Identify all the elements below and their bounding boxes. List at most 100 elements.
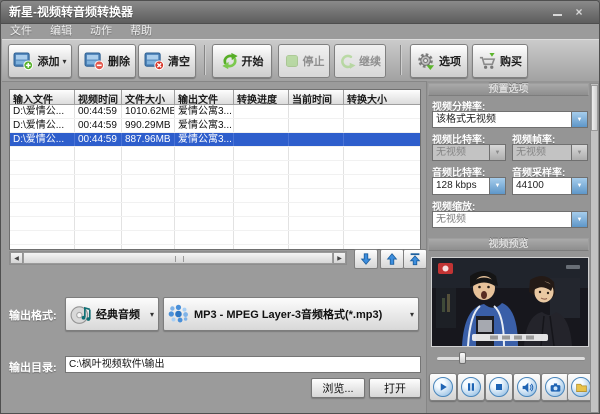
move-down-button[interactable] bbox=[354, 249, 378, 269]
add-dropdown-arrow-icon: ▾ bbox=[62, 57, 66, 66]
file-table: 输入文件 视频时间 文件大小 输出文件 转换进度 当前时间 转换大小 D:\爱情… bbox=[9, 89, 421, 250]
menu-file[interactable]: 文件 bbox=[1, 23, 41, 39]
col-converted-size[interactable]: 转换大小 bbox=[344, 90, 421, 105]
start-button[interactable]: 开始 bbox=[212, 44, 272, 78]
col-output-file[interactable]: 输出文件 bbox=[175, 90, 234, 105]
minimize-button[interactable] bbox=[549, 5, 565, 18]
format-category-value: 经典音频 bbox=[96, 306, 140, 322]
col-progress[interactable]: 转换进度 bbox=[234, 90, 289, 105]
col-file-size[interactable]: 文件大小 bbox=[122, 90, 175, 105]
open-button[interactable]: 打开 bbox=[369, 378, 421, 398]
scrollbar-thumb[interactable] bbox=[23, 252, 333, 264]
clear-button[interactable]: 清空 bbox=[138, 44, 196, 78]
start-refresh-icon bbox=[221, 52, 239, 70]
thumb-grip bbox=[175, 256, 184, 262]
browse-button[interactable]: 浏览... bbox=[311, 378, 365, 398]
scroll-right-icon[interactable]: ▶ bbox=[333, 252, 346, 264]
buy-button[interactable]: 购买 bbox=[472, 44, 528, 78]
cell: 00:44:59 bbox=[75, 105, 122, 118]
cart-icon bbox=[478, 52, 497, 71]
video-bitrate-dropdown[interactable]: 无视频 ▼ bbox=[432, 144, 506, 161]
cell: 00:44:59 bbox=[75, 133, 122, 146]
col-input-file[interactable]: 输入文件 bbox=[10, 90, 75, 105]
remove-button[interactable]: 删除 bbox=[78, 44, 136, 78]
resolution-dropdown[interactable]: 该格式无视频 ▼ bbox=[432, 111, 588, 128]
chevron-down-icon[interactable]: ▼ bbox=[489, 178, 505, 194]
cell: 爱情公寓3... bbox=[175, 105, 234, 118]
table-row-empty bbox=[10, 189, 420, 203]
table-row-empty bbox=[10, 147, 420, 161]
speaker-icon bbox=[517, 377, 537, 397]
table-horizontal-scrollbar[interactable]: ◀ ▶ bbox=[9, 251, 347, 265]
mp3-dots-icon bbox=[168, 304, 190, 324]
menu-edit[interactable]: 编辑 bbox=[41, 23, 81, 39]
chevron-down-icon[interactable]: ▼ bbox=[571, 178, 587, 194]
format-dropdown[interactable]: MP3 - MPEG Layer-3音频格式(*.mp3) ▾ bbox=[163, 297, 419, 331]
start-button-label: 开始 bbox=[242, 53, 264, 69]
add-button-label: 添加 bbox=[37, 53, 59, 69]
framerate-dropdown[interactable]: 无视频 ▼ bbox=[512, 144, 588, 161]
pause-icon bbox=[461, 377, 481, 397]
table-row-empty bbox=[10, 161, 420, 175]
play-button[interactable] bbox=[429, 373, 457, 401]
stop-button[interactable]: 停止 bbox=[278, 44, 330, 78]
output-dir-input[interactable]: C:\枫叶视频软件\输出 bbox=[65, 356, 421, 373]
col-video-time[interactable]: 视频时间 bbox=[75, 90, 122, 105]
col-current-time[interactable]: 当前时间 bbox=[289, 90, 344, 105]
chevron-down-icon[interactable]: ▼ bbox=[489, 145, 505, 160]
samplerate-value: 44100 bbox=[513, 178, 571, 194]
cell: D:\爱情公... bbox=[10, 133, 75, 146]
film-add-icon bbox=[13, 52, 34, 71]
stop-icon bbox=[284, 53, 300, 69]
cd-music-icon bbox=[70, 303, 92, 325]
remove-button-label: 删除 bbox=[108, 53, 130, 69]
cell bbox=[344, 133, 421, 146]
chevron-down-icon[interactable]: ▼ bbox=[571, 145, 587, 160]
cell: D:\爱情公... bbox=[10, 119, 75, 132]
play-icon bbox=[433, 377, 453, 397]
cell bbox=[234, 105, 289, 118]
title-bar: 新星-视频转音频转换器 × bbox=[1, 1, 599, 24]
options-button[interactable]: 选项 bbox=[410, 44, 468, 78]
menu-help[interactable]: 帮助 bbox=[121, 23, 161, 39]
audio-bitrate-dropdown[interactable]: 128 kbps ▼ bbox=[432, 177, 506, 195]
volume-button[interactable] bbox=[513, 373, 541, 401]
video-preview bbox=[431, 257, 589, 347]
chevron-down-icon[interactable]: ▼ bbox=[571, 212, 587, 227]
film-remove-icon bbox=[84, 52, 105, 71]
cell bbox=[289, 119, 344, 132]
window-title: 新星-视频转音频转换器 bbox=[9, 1, 133, 23]
chevron-down-icon: ▾ bbox=[410, 310, 414, 319]
add-button[interactable]: 添加 ▾ bbox=[8, 44, 72, 78]
audio-bitrate-value: 128 kbps bbox=[433, 178, 489, 194]
cell bbox=[289, 105, 344, 118]
move-top-button[interactable] bbox=[403, 249, 427, 269]
move-up-button[interactable] bbox=[380, 249, 404, 269]
preset-header: 预置选项 bbox=[428, 83, 589, 96]
format-category-dropdown[interactable]: 经典音频 ▾ bbox=[65, 297, 159, 331]
panel-vertical-scrollbar[interactable] bbox=[590, 83, 599, 413]
stop-playback-button[interactable] bbox=[485, 373, 513, 401]
scale-dropdown[interactable]: 无视频 ▼ bbox=[432, 211, 588, 228]
table-row-selected[interactable]: D:\爱情公... 00:44:59 887.96MB 爱情公寓3... bbox=[10, 133, 420, 147]
samplerate-dropdown[interactable]: 44100 ▼ bbox=[512, 177, 588, 195]
cell: 爱情公寓3... bbox=[175, 133, 234, 146]
close-button[interactable]: × bbox=[571, 5, 587, 18]
pause-button[interactable] bbox=[457, 373, 485, 401]
menu-action[interactable]: 动作 bbox=[81, 23, 121, 39]
resume-button[interactable]: 继续 bbox=[334, 44, 386, 78]
table-row-empty bbox=[10, 203, 420, 217]
cell: 887.96MB bbox=[122, 133, 175, 146]
format-value: MP3 - MPEG Layer-3音频格式(*.mp3) bbox=[194, 306, 382, 322]
snapshot-button[interactable] bbox=[541, 373, 569, 401]
chevron-down-icon[interactable]: ▼ bbox=[571, 112, 587, 127]
preview-header: 视频预览 bbox=[428, 238, 589, 251]
cell bbox=[289, 133, 344, 146]
scrollbar-thumb[interactable] bbox=[591, 85, 598, 131]
table-row[interactable]: D:\爱情公... 00:44:59 990.29MB 爱情公寓3... bbox=[10, 119, 420, 133]
cell bbox=[234, 119, 289, 132]
table-row[interactable]: D:\爱情公... 00:44:59 1010.62MB 爱情公寓3... bbox=[10, 105, 420, 119]
cell: 爱情公寓3... bbox=[175, 119, 234, 132]
scroll-left-icon[interactable]: ◀ bbox=[10, 252, 23, 264]
seek-slider-thumb[interactable] bbox=[459, 352, 466, 364]
